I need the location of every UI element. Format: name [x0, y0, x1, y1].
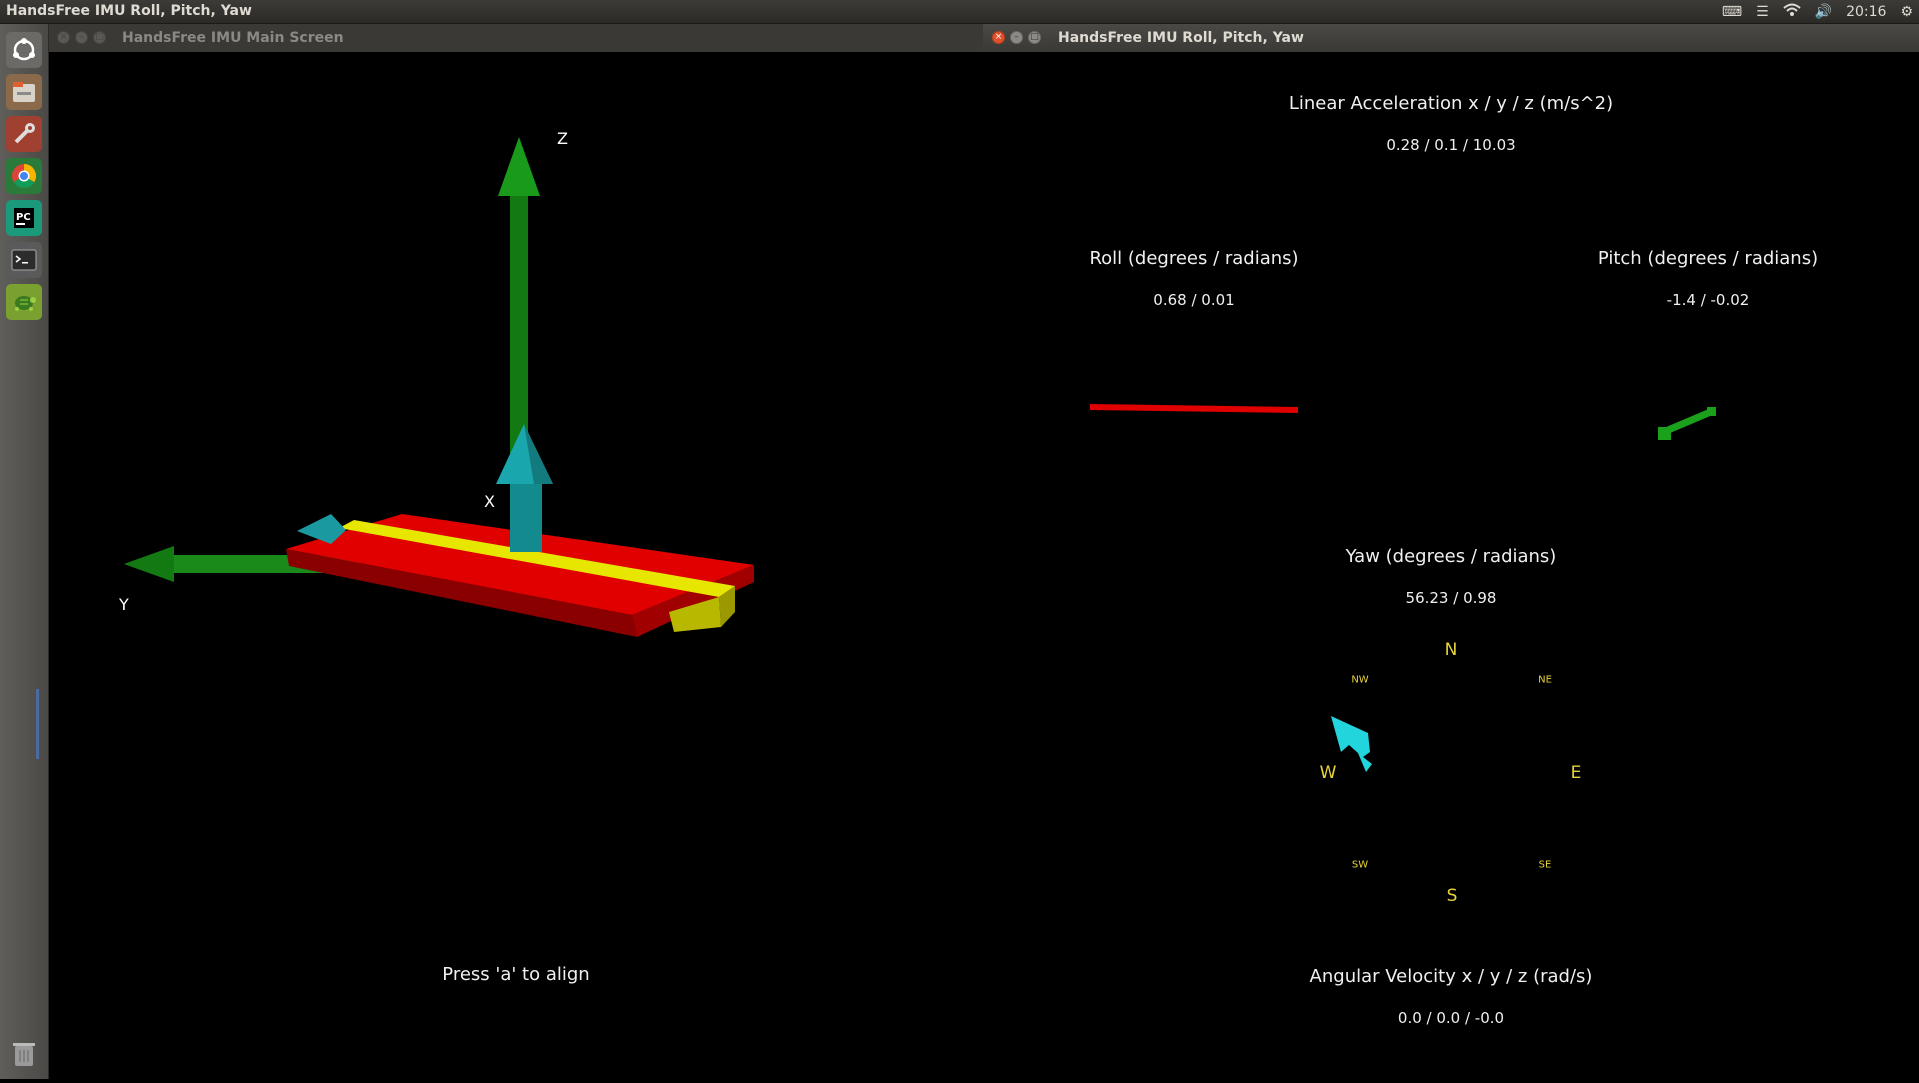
- close-button[interactable]: ×: [992, 31, 1005, 44]
- compass-north-label: N: [1444, 640, 1458, 660]
- file-manager-icon[interactable]: [6, 74, 42, 110]
- launcher-scroll-indicator: [36, 689, 39, 759]
- main-screen-titlebar: × – □ HandsFree IMU Main Screen: [49, 24, 983, 53]
- angular-velocity-value: 0.0 / 0.0 / -0.0: [1397, 1009, 1505, 1027]
- compass-east-label: E: [1570, 763, 1582, 783]
- window-title: HandsFree IMU Main Screen: [122, 30, 344, 46]
- clock[interactable]: 20:16: [1846, 4, 1886, 20]
- svg-text:PC: PC: [16, 212, 31, 223]
- compass-northwest-label: NW: [1351, 674, 1369, 686]
- active-window-title: HandsFree IMU Roll, Pitch, Yaw: [6, 3, 252, 19]
- minimize-button[interactable]: –: [75, 31, 88, 44]
- volume-icon[interactable]: 🔊: [1815, 4, 1832, 20]
- rpy-window-titlebar: × – □ HandsFree IMU Roll, Pitch, Yaw: [983, 24, 1919, 53]
- input-menu-icon[interactable]: ☰: [1756, 4, 1769, 20]
- minimize-button[interactable]: –: [1010, 31, 1023, 44]
- compass-west-label: W: [1319, 763, 1337, 783]
- compass-southeast-label: SE: [1538, 859, 1552, 871]
- compass-south-label: S: [1446, 886, 1458, 906]
- compass-northeast-label: NE: [1538, 674, 1552, 686]
- gear-icon[interactable]: ⚙: [1900, 4, 1913, 20]
- maximize-button[interactable]: □: [1028, 31, 1041, 44]
- maximize-button[interactable]: □: [93, 31, 106, 44]
- imu-3d-render: Z X Y Press 'a' to align: [118, 129, 754, 985]
- y-axis-arrowhead: [124, 546, 174, 582]
- rpy-panel: Linear Acceleration x / y / z (m/s^2) 0.…: [983, 52, 1919, 1079]
- yaw-heading: Yaw (degrees / radians): [1345, 546, 1557, 567]
- roll-indicator-bar: [1090, 404, 1298, 413]
- z-axis-arrowhead: [498, 137, 540, 196]
- keyboard-icon[interactable]: ⌨: [1722, 4, 1742, 20]
- x-axis-shaft: [510, 484, 542, 552]
- ubuntu-dash-icon[interactable]: [6, 32, 42, 68]
- yaw-value: 56.23 / 0.98: [1405, 589, 1497, 607]
- pycharm-icon[interactable]: PC: [6, 200, 42, 236]
- terminal-icon[interactable]: [6, 242, 42, 278]
- imu-3d-view[interactable]: Z X Y Press 'a' to align: [49, 52, 983, 1079]
- trash-icon[interactable]: [6, 1036, 42, 1072]
- launcher: PC: [0, 24, 49, 1079]
- top-panel: HandsFree IMU Roll, Pitch, Yaw ⌨ ☰ 🔊 20:…: [0, 0, 1919, 24]
- align-hint: Press 'a' to align: [442, 964, 589, 985]
- window-title: HandsFree IMU Roll, Pitch, Yaw: [1058, 30, 1304, 46]
- compass-southwest-label: SW: [1351, 859, 1369, 871]
- z-axis-label: Z: [557, 129, 568, 148]
- indicator-area: ⌨ ☰ 🔊 20:16 ⚙: [1722, 2, 1913, 22]
- wifi-icon[interactable]: [1782, 3, 1801, 21]
- angular-velocity-heading: Angular Velocity x / y / z (rad/s): [1309, 966, 1593, 987]
- x-axis-label: X: [484, 492, 495, 511]
- chrome-browser-icon[interactable]: [6, 158, 42, 194]
- system-settings-icon[interactable]: [6, 116, 42, 152]
- close-button[interactable]: ×: [57, 31, 70, 44]
- yaw-compass-arrow: [1331, 716, 1372, 772]
- y-axis-label: Y: [118, 595, 129, 614]
- ros-turtle-icon[interactable]: [6, 284, 42, 320]
